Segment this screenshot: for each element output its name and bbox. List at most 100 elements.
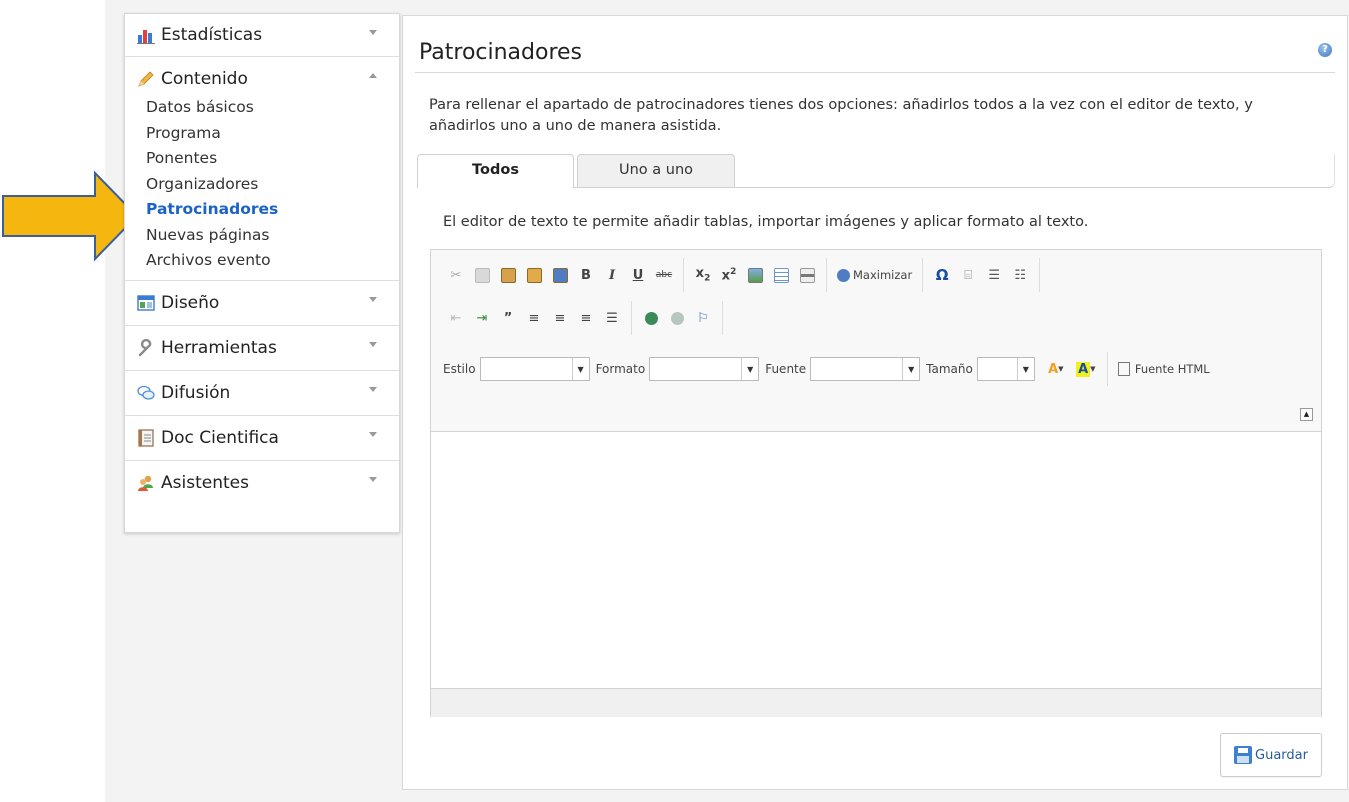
sidebar-label-contenido: Contenido: [161, 69, 248, 89]
floppy-disk-icon: [1234, 746, 1253, 764]
format-value: [650, 358, 741, 380]
sidebar-item-archivos-evento[interactable]: Archivos evento: [146, 248, 399, 274]
sidebar-label-herramientas: Herramientas: [161, 337, 277, 358]
maximize-button[interactable]: Maximizar: [833, 268, 916, 282]
chevron-down-icon: ▼: [571, 358, 589, 380]
copy-button[interactable]: [469, 263, 495, 287]
page-break-button[interactable]: ⌸: [955, 263, 981, 287]
toolbar-row-1: ✂ B I U abc x2 x2 Maximizar Ω ⌸ ☰ ☷: [443, 258, 1046, 292]
sidebar-label-diseno: Diseño: [161, 292, 220, 313]
sidebar-item-organizadores[interactable]: Organizadores: [146, 172, 399, 198]
subscript-icon: x2: [695, 266, 711, 284]
size-select[interactable]: ▼: [976, 357, 1035, 381]
sidebar-header-contenido[interactable]: Contenido: [125, 57, 399, 101]
sidebar-header-difusion[interactable]: Difusión: [125, 371, 399, 415]
align-left-icon: ≡: [528, 310, 540, 326]
horizontal-rule-button[interactable]: [794, 263, 820, 287]
paste-text-button[interactable]: [521, 263, 547, 287]
align-center-icon: ≡: [554, 310, 566, 326]
paste-button[interactable]: [495, 263, 521, 287]
sidebar-section-estadisticas: Estadísticas: [125, 14, 399, 57]
align-right-button[interactable]: ≡: [573, 306, 599, 330]
horizontal-rule-icon: [799, 267, 815, 283]
editor-content-area[interactable]: [431, 432, 1321, 688]
link-button[interactable]: [638, 306, 664, 330]
outdent-button[interactable]: ⇤: [443, 306, 469, 330]
subscript-button[interactable]: x2: [690, 263, 716, 287]
sidebar-item-ponentes[interactable]: Ponentes: [146, 146, 399, 172]
sidebar-item-programa[interactable]: Programa: [146, 121, 399, 147]
sidebar-section-difusion: Difusión: [125, 371, 399, 416]
text-color-button[interactable]: A ▼: [1041, 357, 1071, 381]
superscript-button[interactable]: x2: [716, 263, 742, 287]
sidebar-section-asistentes: Asistentes: [125, 461, 399, 505]
blockquote-button[interactable]: ”: [495, 306, 521, 330]
maximize-label: Maximizar: [853, 268, 913, 282]
style-value: [481, 358, 572, 380]
chevron-down-icon: [369, 341, 377, 347]
toolbar-collapse-icon[interactable]: ▲: [1300, 408, 1313, 421]
sidebar-item-patrocinadores[interactable]: Patrocinadores: [146, 197, 399, 223]
italic-button[interactable]: I: [599, 263, 625, 287]
chevron-up-icon: [369, 73, 377, 78]
cut-button[interactable]: ✂: [443, 263, 469, 287]
font-select[interactable]: ▼: [810, 357, 921, 381]
tab-bar: Todos Uno a uno: [417, 154, 1335, 188]
format-select[interactable]: ▼: [649, 357, 760, 381]
sidebar-header-diseno[interactable]: Diseño: [125, 281, 399, 325]
document-icon: [138, 428, 154, 447]
style-select[interactable]: ▼: [479, 357, 590, 381]
main-panel: Patrocinadores ? Para rellenar el aparta…: [402, 15, 1348, 790]
indent-icon: ⇥: [476, 310, 488, 326]
chevron-down-icon: ▼: [741, 358, 758, 380]
table-button[interactable]: [768, 263, 794, 287]
sidebar-label-estadisticas: Estadísticas: [161, 25, 263, 45]
source-html-button[interactable]: Fuente HTML: [1114, 362, 1214, 376]
tab-todos[interactable]: Todos: [417, 154, 574, 188]
special-char-button[interactable]: Ω: [929, 263, 955, 287]
align-left-button[interactable]: ≡: [521, 306, 547, 330]
image-button[interactable]: [742, 263, 768, 287]
align-center-button[interactable]: ≡: [547, 306, 573, 330]
sidebar-header-doc-cientifica[interactable]: Doc Cientifica: [125, 416, 399, 460]
chevron-down-icon: [369, 431, 377, 437]
save-button[interactable]: Guardar: [1220, 733, 1322, 777]
sidebar-header-estadisticas[interactable]: Estadísticas: [125, 14, 399, 56]
sidebar-section-doc-cientifica: Doc Cientifica: [125, 416, 399, 461]
justify-button[interactable]: ☰: [599, 306, 625, 330]
numbered-list-icon: ☰: [988, 267, 1001, 283]
sidebar-label-difusion: Difusión: [161, 382, 231, 403]
source-icon: [1117, 362, 1130, 376]
sidebar-item-nuevas-paginas[interactable]: Nuevas páginas: [146, 223, 399, 249]
format-label: Formato: [595, 362, 646, 376]
bold-button[interactable]: B: [573, 263, 599, 287]
intro-text: Para rellenar el apartado de patrocinado…: [429, 97, 1253, 134]
sidebar-header-asistentes[interactable]: Asistentes: [125, 461, 399, 505]
toolbar-separator: [631, 301, 632, 335]
toolbar-separator: [1039, 258, 1041, 292]
flag-icon: ⚐: [697, 310, 709, 326]
sidebar-section-herramientas: Herramientas: [125, 326, 399, 371]
anchor-button[interactable]: ⚐: [690, 306, 716, 330]
tab-uno-a-uno[interactable]: Uno a uno: [577, 154, 735, 187]
pencil-icon: [138, 71, 154, 87]
strikethrough-button[interactable]: abc: [651, 263, 677, 287]
unlink-button[interactable]: [664, 306, 690, 330]
sidebar-header-herramientas[interactable]: Herramientas: [125, 326, 399, 370]
background-color-button[interactable]: A ▼: [1071, 357, 1101, 381]
toolbar-separator: [683, 258, 684, 292]
rich-text-editor: ✂ B I U abc x2 x2 Maximizar Ω ⌸ ☰ ☷ ⇤ ⇥ …: [430, 249, 1322, 717]
chevron-down-icon: [369, 386, 377, 392]
indent-button[interactable]: ⇥: [469, 306, 495, 330]
underline-button[interactable]: U: [625, 263, 651, 287]
page-title: Patrocinadores: [419, 40, 583, 65]
wrench-icon: [138, 338, 152, 356]
help-icon[interactable]: ?: [1318, 43, 1332, 57]
bulleted-list-button[interactable]: ☷: [1007, 263, 1033, 287]
scissors-icon: ✂: [450, 267, 462, 283]
page-break-icon: ⌸: [964, 267, 973, 283]
link-icon: [644, 311, 658, 325]
omega-icon: Ω: [935, 266, 949, 284]
paste-word-button[interactable]: [547, 263, 573, 287]
numbered-list-button[interactable]: ☰: [981, 263, 1007, 287]
